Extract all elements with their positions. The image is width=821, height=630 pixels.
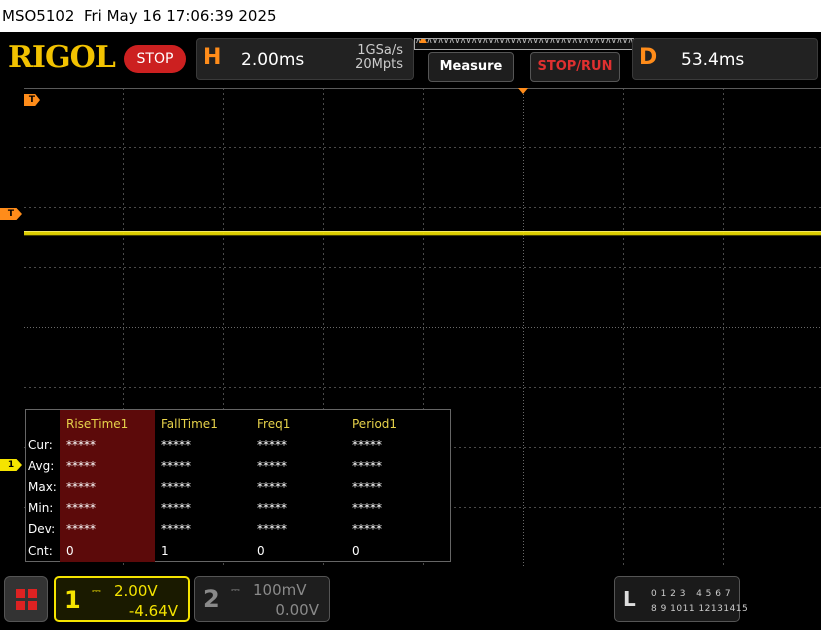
dc-coupling-icon: ⎓ bbox=[92, 584, 101, 597]
ch1-offset-marker[interactable]: 1 bbox=[0, 459, 22, 471]
timebase-value: 2.00ms bbox=[241, 50, 305, 70]
table-cell: ***** bbox=[352, 501, 382, 515]
memory-depth: 20Mpts bbox=[355, 57, 403, 72]
table-cell: ***** bbox=[257, 522, 287, 536]
table-cell: 0 bbox=[352, 544, 360, 558]
rigol-logo: RIGOL bbox=[8, 40, 116, 75]
table-cell: ***** bbox=[352, 438, 382, 452]
table-cell: ***** bbox=[257, 501, 287, 515]
bottom-bar: 1 ⎓ 2.00V -4.64V 2 ⎓ 100mV 0.00V L 0 1 2… bbox=[0, 570, 821, 630]
delay-box[interactable]: D 53.4ms bbox=[632, 38, 818, 80]
table-cell: 0 bbox=[66, 544, 74, 558]
row-label: Cur: bbox=[28, 438, 53, 452]
table-cell: ***** bbox=[66, 501, 96, 515]
dc-coupling-icon: ⎓ bbox=[231, 583, 240, 596]
row-label: Avg: bbox=[28, 459, 55, 473]
title-bar: MSO5102 Fri May 16 17:06:39 2025 bbox=[0, 0, 821, 32]
col-header-period[interactable]: Period1 bbox=[352, 417, 397, 431]
logic-channels-row1: 0 1 2 3 4 5 6 7 bbox=[651, 589, 732, 599]
ch1-status-box[interactable]: 1 ⎓ 2.00V -4.64V bbox=[54, 576, 190, 622]
table-cell: ***** bbox=[352, 480, 382, 494]
table-cell: ***** bbox=[257, 480, 287, 494]
col-header-freq[interactable]: Freq1 bbox=[257, 417, 290, 431]
row-label: Cnt: bbox=[28, 544, 53, 558]
col-header-falltime[interactable]: FallTime1 bbox=[161, 417, 218, 431]
trigger-delay-marker-icon bbox=[518, 88, 528, 94]
trigger-level-marker[interactable]: T bbox=[0, 208, 22, 220]
col-header-risetime[interactable]: RiseTime1 bbox=[66, 417, 128, 431]
table-cell: ***** bbox=[161, 480, 191, 494]
ch2-number: 2 bbox=[203, 585, 220, 613]
measurement-panel[interactable]: RiseTime1 FallTime1 Freq1 Period1 Cur: *… bbox=[25, 409, 451, 562]
ch2-offset: 0.00V bbox=[275, 601, 319, 619]
delay-value: 53.4ms bbox=[681, 50, 745, 70]
trigger-position-icon bbox=[419, 39, 427, 43]
ch1-scale: 2.00V bbox=[114, 582, 158, 600]
logic-channels-row2: 8 9 1011 12131415 bbox=[651, 604, 749, 614]
run-status-badge[interactable]: STOP bbox=[124, 45, 186, 73]
grid-menu-icon[interactable] bbox=[4, 576, 48, 622]
delay-letter: D bbox=[639, 45, 658, 70]
table-cell: ***** bbox=[66, 480, 96, 494]
table-cell: ***** bbox=[161, 522, 191, 536]
row-label: Max: bbox=[28, 480, 57, 494]
ch1-number: 1 bbox=[64, 586, 81, 614]
table-cell: 0 bbox=[257, 544, 265, 558]
logic-analyzer-box[interactable]: L 0 1 2 3 4 5 6 7 8 9 1011 12131415 bbox=[614, 576, 748, 622]
ch1-offset: -4.64V bbox=[128, 602, 178, 620]
ch2-status-box[interactable]: 2 ⎓ 100mV 0.00V bbox=[194, 576, 330, 622]
table-cell: ***** bbox=[66, 438, 96, 452]
measure-button[interactable]: Measure bbox=[428, 52, 514, 82]
row-label: Dev: bbox=[28, 522, 56, 536]
table-cell: ***** bbox=[161, 438, 191, 452]
row-label: Min: bbox=[28, 501, 54, 515]
horizontal-timebase-box[interactable]: H 2.00ms 1GSa/s 20Mpts bbox=[196, 38, 414, 80]
horizontal-letter: H bbox=[203, 45, 222, 70]
stop-run-button[interactable]: STOP/RUN bbox=[530, 52, 620, 82]
ch2-scale: 100mV bbox=[253, 581, 307, 599]
header: RIGOL STOP H 2.00ms 1GSa/s 20Mpts ∧∨∧∨∧∨… bbox=[0, 32, 821, 86]
sample-rate: 1GSa/s bbox=[357, 43, 403, 58]
logic-label: L bbox=[623, 587, 636, 611]
memory-position-bar[interactable]: ∧∨∧∨∧∨∧∨∧∨∧∨∧∨∧∨∧∨∧∨∧∨∧∨∧∨∧∨∧∨∧∨∧∨∧∨∧∨∧∨… bbox=[414, 38, 634, 50]
table-cell: ***** bbox=[352, 522, 382, 536]
table-cell: ***** bbox=[161, 459, 191, 473]
table-cell: ***** bbox=[161, 501, 191, 515]
table-cell: ***** bbox=[352, 459, 382, 473]
table-cell: ***** bbox=[66, 522, 96, 536]
table-cell: ***** bbox=[257, 459, 287, 473]
table-cell: 1 bbox=[161, 544, 169, 558]
table-cell: ***** bbox=[66, 459, 96, 473]
table-cell: ***** bbox=[257, 438, 287, 452]
